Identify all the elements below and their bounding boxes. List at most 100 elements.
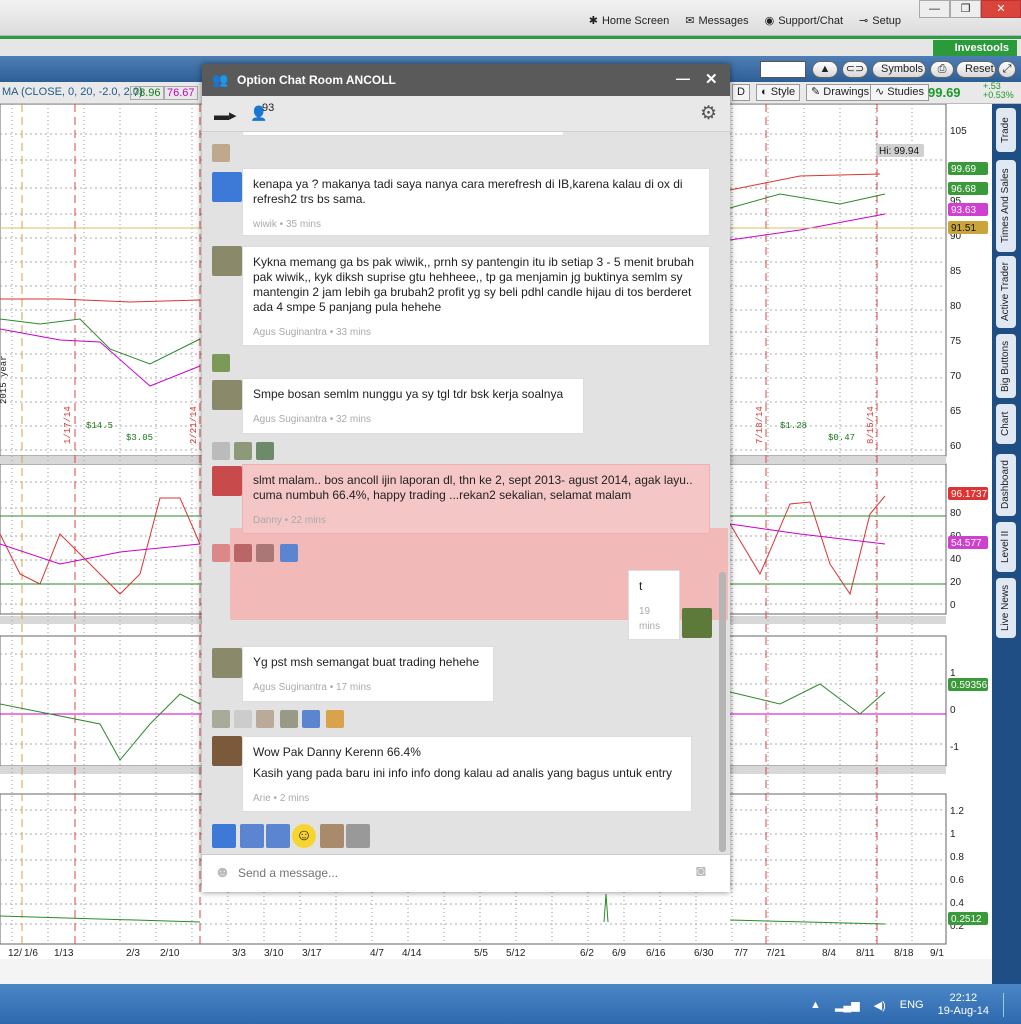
restore-button[interactable]: ❐	[950, 0, 981, 18]
date-axis-label: 8/18	[894, 948, 914, 959]
alert-icon[interactable]: ▲	[812, 61, 838, 78]
message-card: kenapa ya ? makanya tadi saya nanya cara…	[242, 168, 710, 236]
minimize-button[interactable]: —	[919, 0, 950, 18]
price-axis-label: -1	[950, 742, 959, 753]
user-avatar-small	[212, 710, 230, 728]
message-card: Smpe bosan semlm nunggu ya sy tgl tdr bs…	[242, 378, 584, 434]
side-tab-chart[interactable]: Chart	[996, 404, 1016, 444]
price-axis-label: 0.6	[950, 875, 964, 886]
user-avatar	[682, 608, 712, 638]
date-axis-label: 2/3	[126, 948, 140, 959]
emoji-icon[interactable]: ☻	[214, 864, 231, 882]
language-indicator[interactable]: ENG	[900, 999, 924, 1011]
reset-button[interactable]: Reset	[956, 61, 996, 78]
price-axis-label: 40	[950, 554, 962, 565]
show-desktop-button[interactable]	[1003, 993, 1009, 1017]
user-avatar-small	[302, 710, 320, 728]
date-axis-label: 7/21	[766, 948, 786, 959]
camera-icon[interactable]: ◙	[696, 863, 706, 881]
high-badge: Hi: 99.94	[879, 146, 919, 157]
drawings-button[interactable]: ✎ Drawings	[806, 84, 875, 101]
earnings-date-label: 7/18/14	[755, 406, 765, 444]
side-tab-live-news[interactable]: Live News	[996, 578, 1016, 638]
message-card: Wow Pak Danny Kerenn 66.4% Kasih yang pa…	[242, 736, 692, 812]
side-tab-active-trader[interactable]: Active Trader	[996, 256, 1016, 328]
user-avatar-small	[256, 710, 274, 728]
chat-toolbar: ▬▸ 👤 93 ⚙	[202, 96, 730, 132]
settings-gear-icon[interactable]: ⚙	[700, 102, 717, 125]
price-axis-label: 75	[950, 336, 962, 347]
message-input[interactable]	[238, 863, 678, 883]
side-tab-times-and-sales[interactable]: Times And Sales	[996, 160, 1016, 252]
side-tab-trade[interactable]: Trade	[996, 108, 1016, 152]
show-hidden-icons[interactable]: ▲	[810, 999, 821, 1011]
user-avatar	[266, 824, 290, 848]
video-icon[interactable]: ▬▸	[214, 106, 237, 124]
date-axis-label: 9/1	[930, 948, 944, 959]
chat-minimize-button[interactable]: —	[676, 70, 690, 86]
link-icon[interactable]: ⊂⊃	[842, 61, 868, 78]
price-axis-label: 0	[950, 705, 956, 716]
price-axis-label: 1	[950, 829, 956, 840]
expand-icon[interactable]: ⤢	[998, 61, 1016, 78]
dividend-label: $14.5	[86, 421, 113, 431]
top-nav: ✱ Home Screen ✉ Messages ◉ Support/Chat ⊸ Se…	[588, 14, 901, 28]
message-list[interactable]: kenapa ya ? makanya tadi saya nanya cara…	[202, 132, 730, 852]
user-avatar-small	[212, 144, 230, 162]
support-icon: ◉	[764, 15, 775, 27]
style-button[interactable]: ◐ Style	[756, 84, 801, 101]
symbol-box[interactable]	[760, 61, 806, 78]
chat-input-bar: ☻ ◙	[202, 854, 730, 892]
chat-scrollbar[interactable]	[719, 572, 726, 852]
close-window-button[interactable]: ✕	[981, 0, 1021, 18]
year-label: 2015 year	[0, 355, 9, 404]
signal-icon[interactable]: ▂▄▆	[835, 999, 860, 1012]
price-axis-label: 80	[950, 508, 962, 519]
home-screen-link[interactable]: ✱ Home Screen	[588, 14, 669, 28]
price-axis-label: 85	[950, 266, 962, 277]
side-tab-level-ii[interactable]: Level II	[996, 522, 1016, 572]
volume-icon[interactable]: ◀)	[874, 999, 886, 1012]
user-avatar	[320, 824, 344, 848]
user-avatar-small	[212, 544, 230, 562]
user-avatar-small	[256, 544, 274, 562]
price-axis-label: 0.8	[950, 852, 964, 863]
price-badge: 93.63	[951, 205, 976, 216]
aggregation-button[interactable]: D	[732, 84, 750, 101]
date-axis-label: 4/14	[402, 948, 422, 959]
study-value-1: 78.96	[130, 86, 164, 100]
user-avatar	[212, 466, 242, 496]
user-avatar-small	[280, 710, 298, 728]
date-axis-label: 7/7	[734, 948, 748, 959]
messages-link[interactable]: ✉ Messages	[685, 14, 748, 28]
price-axis-label: 70	[950, 371, 962, 382]
investools-logo[interactable]: Investools	[932, 40, 1017, 56]
support-chat-link[interactable]: ◉ Support/Chat	[764, 14, 843, 28]
user-avatar	[240, 824, 264, 848]
symbols-button[interactable]: Symbols	[872, 61, 926, 78]
print-icon[interactable]: ⎙	[930, 61, 954, 78]
dividend-label: $1.28	[780, 421, 807, 431]
studies-button[interactable]: ∿ Studies	[870, 84, 929, 101]
price-axis-label: 20	[950, 577, 962, 588]
home-icon: ✱	[588, 15, 598, 27]
earnings-date-label: 8/15/14	[866, 406, 876, 444]
user-avatar	[212, 648, 242, 678]
date-axis-label: 4/7	[370, 948, 384, 959]
studies-icon: ∿	[875, 86, 885, 98]
price-change: +.53 +0.53%	[983, 81, 1014, 100]
price-axis-label: 105	[950, 126, 967, 137]
user-avatar	[212, 380, 242, 410]
side-tab-big-buttons[interactable]: Big Buttons	[996, 334, 1016, 398]
volume-badge: 0.2512	[951, 914, 982, 925]
participant-count: 93	[262, 102, 275, 114]
date-axis-label: 5/12	[506, 948, 526, 959]
envelope-icon: ✉	[685, 15, 695, 27]
chat-close-button[interactable]: ✕	[705, 70, 718, 88]
user-avatar-small	[326, 710, 344, 728]
side-tab-strip: Trade Times And Sales Active Trader Big But…	[992, 104, 1021, 984]
setup-link[interactable]: ⊸ Setup	[859, 14, 901, 28]
user-avatar-small	[234, 544, 252, 562]
side-tab-dashboard[interactable]: Dashboard	[996, 454, 1016, 516]
clock[interactable]: 22:12 19-Aug-14	[938, 992, 989, 1018]
